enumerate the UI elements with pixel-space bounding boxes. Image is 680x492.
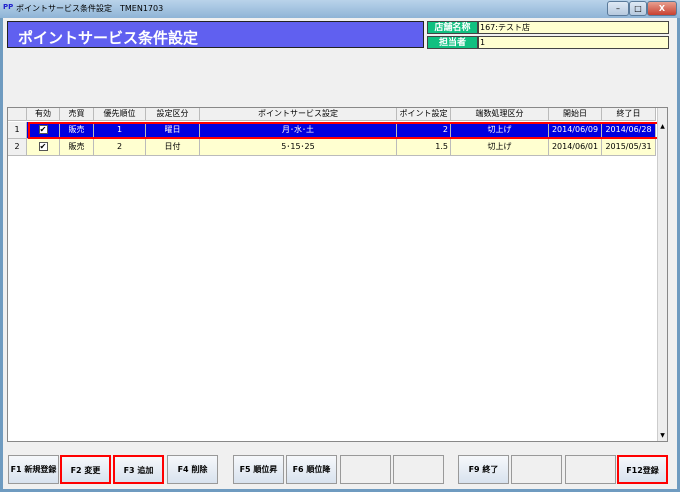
valid-cell[interactable]: ✔: [27, 122, 60, 139]
type-cell[interactable]: 曜日: [146, 122, 200, 139]
col-rounding[interactable]: 端数処理区分: [451, 108, 549, 121]
priority-cell[interactable]: 1: [94, 122, 146, 139]
col-valid[interactable]: 有効: [27, 108, 60, 121]
minimize-button[interactable]: –: [607, 1, 629, 16]
point-cell[interactable]: 1.5: [397, 139, 451, 156]
col-setting[interactable]: ポイントサービス設定: [200, 108, 397, 121]
table-row[interactable]: 1 ✔ 販売 1 曜日 月･水･土 2 切上げ 2014/06/09 2014/…: [8, 122, 656, 139]
f6-rank-down-button[interactable]: F6 順位降: [286, 455, 337, 484]
scroll-up-icon[interactable]: ▲: [658, 122, 667, 132]
valid-checkbox[interactable]: ✔: [38, 125, 48, 134]
valid-checkbox[interactable]: ✔: [38, 142, 48, 151]
f9-exit-button[interactable]: F9 終了: [458, 455, 509, 484]
col-start[interactable]: 開始日: [549, 108, 602, 121]
store-field: 167:テスト店: [478, 21, 669, 34]
f12-register-button[interactable]: F12登録: [617, 455, 668, 484]
row-number: 1: [8, 122, 27, 139]
end-cell[interactable]: 2014/06/28: [602, 122, 656, 139]
start-cell[interactable]: 2014/06/01: [549, 139, 602, 156]
staff-field: 1: [478, 36, 669, 49]
rounding-cell[interactable]: 切上げ: [451, 139, 549, 156]
staff-label: 担当者: [427, 36, 478, 49]
title-bar: PP ポイントサービス条件設定 TMEN1703 – □ X: [0, 0, 680, 18]
close-button[interactable]: X: [647, 1, 677, 16]
scroll-down-icon[interactable]: ▼: [658, 431, 667, 441]
table-row[interactable]: 2 ✔ 販売 2 日付 5･15･25 1.5 切上げ 2014/06/01 2…: [8, 139, 656, 156]
setting-cell[interactable]: 月･水･土: [200, 122, 397, 139]
row-number: 2: [8, 139, 27, 156]
setting-cell[interactable]: 5･15･25: [200, 139, 397, 156]
type-cell[interactable]: 日付: [146, 139, 200, 156]
app-icon: PP: [3, 3, 14, 11]
f1-new-button[interactable]: F1 新規登録: [8, 455, 59, 484]
col-type[interactable]: 設定区分: [146, 108, 200, 121]
f10-button[interactable]: [511, 455, 562, 484]
f5-rank-up-button[interactable]: F5 順位昇: [233, 455, 284, 484]
f2-change-button[interactable]: F2 変更: [60, 455, 111, 484]
point-cell[interactable]: 2: [397, 122, 451, 139]
start-cell[interactable]: 2014/06/09: [549, 122, 602, 139]
f3-add-button[interactable]: F3 追加: [113, 455, 164, 484]
client-area: ポイントサービス条件設定 店舗名称 167:テスト店 担当者 1 有効 売買 優…: [3, 18, 677, 489]
end-cell[interactable]: 2015/05/31: [602, 139, 656, 156]
col-trade[interactable]: 売買: [60, 108, 94, 121]
rounding-cell[interactable]: 切上げ: [451, 122, 549, 139]
window-title: ポイントサービス条件設定 TMEN1703: [16, 4, 164, 13]
f7-button[interactable]: [340, 455, 391, 484]
col-end[interactable]: 終了日: [602, 108, 656, 121]
header-rownum: [8, 108, 27, 121]
conditions-table[interactable]: 有効 売買 優先順位 設定区分 ポイントサービス設定 ポイント設定 端数処理区分…: [7, 107, 668, 442]
f4-delete-button[interactable]: F4 削除: [167, 455, 218, 484]
trade-cell[interactable]: 販売: [60, 122, 94, 139]
priority-cell[interactable]: 2: [94, 139, 146, 156]
f11-button[interactable]: [565, 455, 616, 484]
page-title: ポイントサービス条件設定: [7, 21, 424, 48]
valid-cell[interactable]: ✔: [27, 139, 60, 156]
col-point[interactable]: ポイント設定: [397, 108, 451, 121]
trade-cell[interactable]: 販売: [60, 139, 94, 156]
f8-button[interactable]: [393, 455, 444, 484]
vertical-scrollbar[interactable]: ▲ ▼: [657, 108, 667, 441]
maximize-button[interactable]: □: [629, 1, 647, 16]
col-priority[interactable]: 優先順位: [94, 108, 146, 121]
store-label: 店舗名称: [427, 21, 478, 34]
